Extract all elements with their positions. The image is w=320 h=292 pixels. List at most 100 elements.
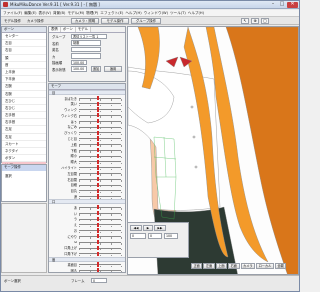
morph-slider-knob[interactable] [96, 107, 99, 112]
group-field[interactable]: 表情リスト一覧 1 [71, 33, 107, 39]
bone-list-item[interactable]: 右ひじ [2, 105, 46, 113]
draw-order-field[interactable]: 100.00 [71, 59, 87, 65]
menu-item[interactable]: ウィンドウ(W) [144, 11, 168, 16]
morph-slider-knob[interactable] [96, 159, 99, 164]
morph-slider-knob[interactable] [96, 245, 99, 250]
morph-slider-knob[interactable] [96, 239, 99, 245]
model-operation-button[interactable]: モデル操作 [101, 18, 129, 24]
view-button[interactable]: 上面 [215, 262, 228, 269]
bone-list-item[interactable]: ネクタイ [2, 148, 46, 156]
morph-slider-knob[interactable] [96, 171, 99, 176]
menu-item[interactable]: エフェクト(E) [100, 11, 123, 16]
english-name-field[interactable] [71, 46, 101, 52]
view-button[interactable]: 正面 [191, 262, 203, 269]
menu-item[interactable]: 背景(B) [53, 11, 65, 16]
menu-item[interactable]: ファイル(F) [3, 11, 22, 16]
morph-slider-knob[interactable] [96, 130, 99, 135]
morph-slider-knob[interactable] [96, 228, 99, 233]
bone-list-item[interactable]: スカート [2, 141, 46, 148]
properties-tab[interactable]: ボーン [60, 27, 76, 32]
bone-list-item[interactable]: 右腕 [2, 91, 46, 98]
morph-slider-knob[interactable] [96, 205, 99, 210]
view-button[interactable]: 右面 [228, 262, 240, 269]
minimize-button[interactable]: – [269, 2, 277, 8]
morph-slider-knob[interactable] [96, 251, 99, 256]
frame-field[interactable]: 0 [130, 233, 146, 239]
morph-slider-knob[interactable] [96, 210, 99, 216]
morph-slider-knob[interactable] [96, 153, 99, 158]
menu-item[interactable]: 物理(P) [86, 11, 98, 16]
morph-slider-knob[interactable] [96, 118, 99, 124]
morph-slider-knob[interactable] [96, 188, 99, 193]
morph-slider-knob[interactable] [96, 216, 99, 221]
bone-list-item[interactable]: 頭 [2, 55, 46, 62]
status-frame-field[interactable]: 0 [91, 277, 107, 283]
morph-slider-knob[interactable] [96, 182, 99, 187]
view-button[interactable]: カメラ [240, 262, 256, 269]
prev-frame-button[interactable]: ◀◀ [130, 225, 142, 231]
bone-list-item[interactable]: 左手首 [2, 112, 46, 120]
morph-slider-label: 目細 [70, 183, 77, 188]
next-frame-button[interactable]: ▶▶ [154, 225, 166, 231]
morph-slider-knob[interactable] [96, 124, 99, 129]
view-button[interactable]: 全親 [274, 262, 287, 269]
morph-operation-row[interactable]: 選択 [2, 173, 46, 178]
view-button-bar: 正面 左面 上面 右面 カメラ ローカル 全親 [191, 261, 299, 270]
title-bar[interactable]: MikuMikuDance Ver.9.31 [ Ver.9.31 ] - [ … [1, 1, 299, 9]
morph-slider-knob[interactable] [96, 194, 99, 199]
move-tool-icon[interactable]: ⊕ [251, 18, 259, 24]
morph-slider-tick [100, 271, 101, 272]
range-start-field[interactable]: 0 [148, 233, 162, 239]
display-state-field[interactable]: 100.00 [71, 66, 87, 72]
menu-item[interactable]: ツール(T) [170, 11, 186, 16]
morph-slider-knob[interactable] [96, 136, 99, 141]
morph-slider-knob[interactable] [96, 142, 99, 147]
view-button[interactable]: 左面 [203, 262, 215, 269]
play-button[interactable]: ▶ [143, 225, 153, 231]
camera-light-button[interactable]: カメラ・照明 [71, 18, 99, 24]
menu-item[interactable]: 編集(E) [24, 11, 36, 16]
menu-item[interactable]: モデル(M) [67, 11, 84, 16]
bone-list-item[interactable]: 左足 [2, 126, 46, 134]
bone-list-item[interactable]: 首 [2, 62, 46, 69]
morph-slider-knob[interactable] [96, 113, 99, 118]
properties-tab[interactable]: モデル [75, 27, 91, 32]
morph-slider-knob[interactable] [96, 262, 99, 267]
bone-list-item[interactable]: 左目 [2, 40, 46, 48]
bone-list-item[interactable]: 上半身 [2, 69, 46, 77]
menu-item[interactable]: ヘルプ(H) [188, 11, 204, 16]
morph-slider-knob[interactable] [96, 268, 99, 272]
properties-tab[interactable]: 表情 [49, 27, 61, 32]
morph-slider-label: じと目 [67, 137, 77, 142]
bone-list-item[interactable]: 右手首 [2, 119, 46, 127]
morph-slider-knob[interactable] [96, 222, 99, 227]
bone-list-item[interactable]: 左腕 [2, 83, 46, 91]
bone-list-item[interactable]: 右目 [2, 47, 46, 55]
bone-list-item[interactable]: 右足 [2, 134, 46, 141]
bone-list-item[interactable]: ボタン [2, 155, 46, 163]
morph-slider-knob[interactable] [96, 101, 99, 106]
morph-slider-knob[interactable] [96, 165, 99, 170]
box-select-icon[interactable]: ▢ [261, 18, 269, 24]
maximize-button[interactable]: □ [278, 2, 286, 8]
morph-slider-label: ω [74, 239, 77, 244]
bone-list-item[interactable]: 左ひじ [2, 98, 46, 105]
morph-slider-knob[interactable] [96, 147, 99, 153]
select-tool-icon[interactable]: ↖ [241, 18, 249, 24]
view-button[interactable]: ローカル [256, 262, 274, 269]
name-field[interactable]: 制服 [71, 40, 101, 46]
k-label: カ [52, 54, 56, 59]
bone-list-item[interactable]: センター [2, 33, 46, 41]
morph-slider-knob[interactable] [96, 95, 99, 100]
morph-slider-knob[interactable] [96, 176, 99, 182]
apply-button[interactable]: 適用 [104, 66, 122, 72]
range-end-field[interactable]: 100 [164, 233, 178, 239]
menu-item[interactable]: ヘルプ(H) [125, 11, 141, 16]
k-field[interactable] [71, 53, 101, 59]
menu-item[interactable]: 表示(V) [39, 11, 51, 16]
close-button[interactable]: ✕ [287, 2, 298, 8]
group-operation-button[interactable]: グループ操作 [131, 18, 161, 24]
add-button[interactable]: 追加 [91, 66, 101, 72]
bone-list-item[interactable]: 下半身 [2, 76, 46, 84]
morph-slider-knob[interactable] [96, 234, 99, 239]
